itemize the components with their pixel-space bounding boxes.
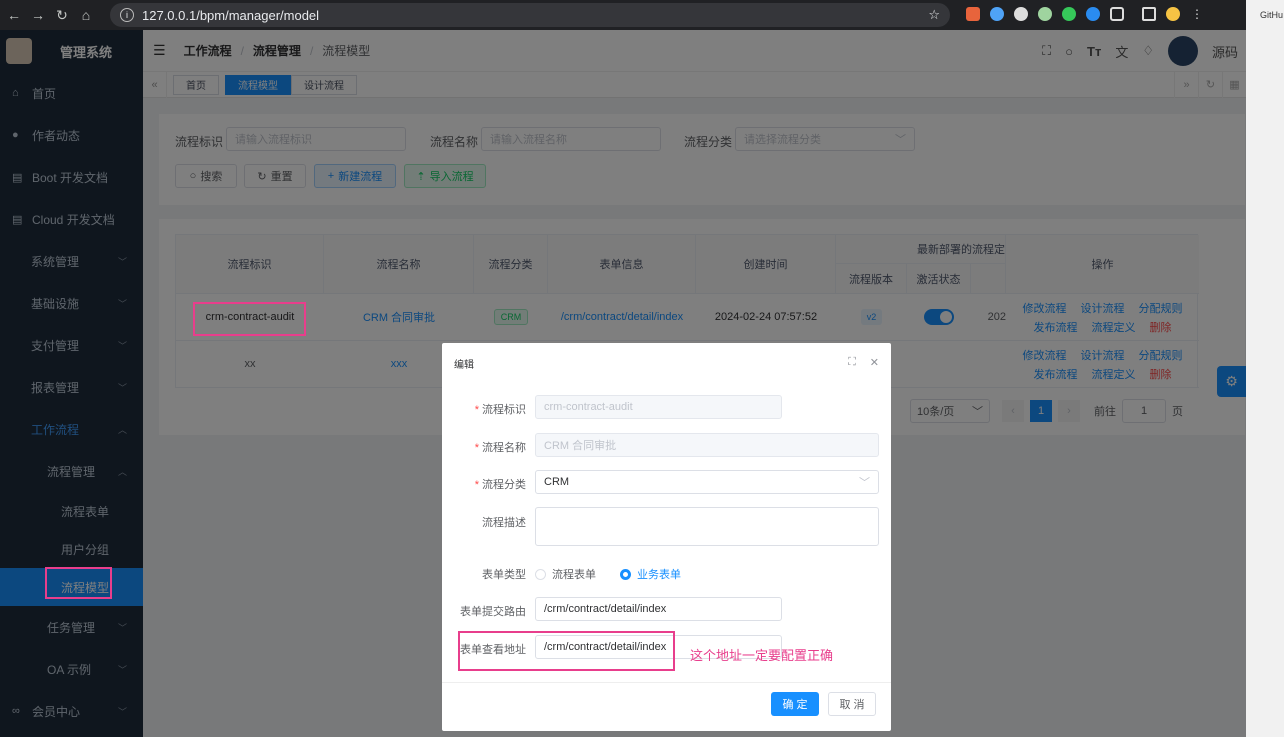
field-category-value: CRM [544,476,570,488]
field-submit-input[interactable]: /crm/contract/detail/index [535,597,782,621]
home-icon[interactable]: ⌂ [76,5,96,25]
radio-business-form[interactable]: 业务表单 [620,566,681,582]
field-name-input: CRM 合同审批 [535,433,879,457]
extensions-bar: ⋮ [966,7,1204,21]
puzzle-icon[interactable] [1110,7,1124,21]
required-mark: * [474,404,479,416]
edit-dialog: 编辑 ⛶ ✕ * 流程标识 crm-contract-audit * 流程名称 CR… [442,343,891,731]
field-key-label: * 流程标识 [475,401,526,417]
cancel-button[interactable]: 取 消 [828,692,876,716]
field-desc-label: 流程描述 [482,517,526,529]
sidepanel-icon[interactable] [1142,7,1156,21]
adjacent-window-text: GitHu [1260,10,1284,20]
highlight-box [193,302,306,336]
extension-icon[interactable] [1086,7,1100,21]
required-mark: * [474,479,479,491]
field-category-label: * 流程分类 [475,476,526,492]
dialog-tools: ⛶ ✕ [848,356,879,369]
back-icon[interactable]: ← [4,5,24,25]
highlight-box [458,631,675,671]
annotation-note: 这个地址一定要配置正确 [690,648,834,663]
field-category-select[interactable]: CRM ﹀ [535,470,879,494]
forward-icon[interactable]: → [28,5,48,25]
dialog-header: 编辑 ⛶ ✕ [442,343,891,383]
chevron-down-icon: ﹀ [859,477,870,489]
radio-circle-checked [620,568,631,580]
radio-label: 业务表单 [637,569,681,581]
adjacent-window: GitHu [1246,0,1284,737]
reload-icon[interactable]: ↻ [52,5,72,25]
field-name-label-text: 流程名称 [482,442,526,454]
dialog-footer-divider [442,682,891,683]
field-name-label: * 流程名称 [475,439,526,455]
field-submit-label: 表单提交路由 [460,606,526,618]
dialog-title: 编辑 [454,359,474,371]
maximize-icon[interactable]: ⛶ [848,356,856,369]
extension-icon[interactable] [966,7,980,21]
site-info-icon[interactable]: i [120,8,134,22]
field-key-label-text: 流程标识 [482,404,526,416]
close-icon[interactable]: ✕ [870,356,879,369]
url-text: 127.0.0.1/bpm/manager/model [142,7,320,23]
bookmark-star-icon[interactable]: ☆ [928,7,940,23]
field-category-label-text: 流程分类 [482,479,526,491]
radio-label: 流程表单 [552,569,596,581]
confirm-button[interactable]: 确 定 [771,692,819,716]
highlight-box [45,567,112,599]
required-mark: * [474,442,479,454]
radio-circle [535,568,546,580]
field-desc-textarea[interactable] [535,507,879,546]
browser-toolbar: ← → ↻ ⌂ i 127.0.0.1/bpm/manager/model ☆ … [0,0,1284,30]
extension-icon[interactable] [1038,7,1052,21]
profile-icon[interactable] [1166,7,1180,21]
extension-icon[interactable] [1062,7,1076,21]
address-bar[interactable]: i 127.0.0.1/bpm/manager/model ☆ [110,3,950,27]
extension-icon[interactable] [1014,7,1028,21]
extension-icon[interactable] [990,7,1004,21]
field-type-label: 表单类型 [482,569,526,581]
form-type-radio-group: 流程表单 业务表单 [535,566,681,582]
kebab-menu-icon[interactable]: ⋮ [1190,7,1204,21]
field-key-input: crm-contract-audit [535,395,782,419]
radio-process-form[interactable]: 流程表单 [535,566,596,582]
